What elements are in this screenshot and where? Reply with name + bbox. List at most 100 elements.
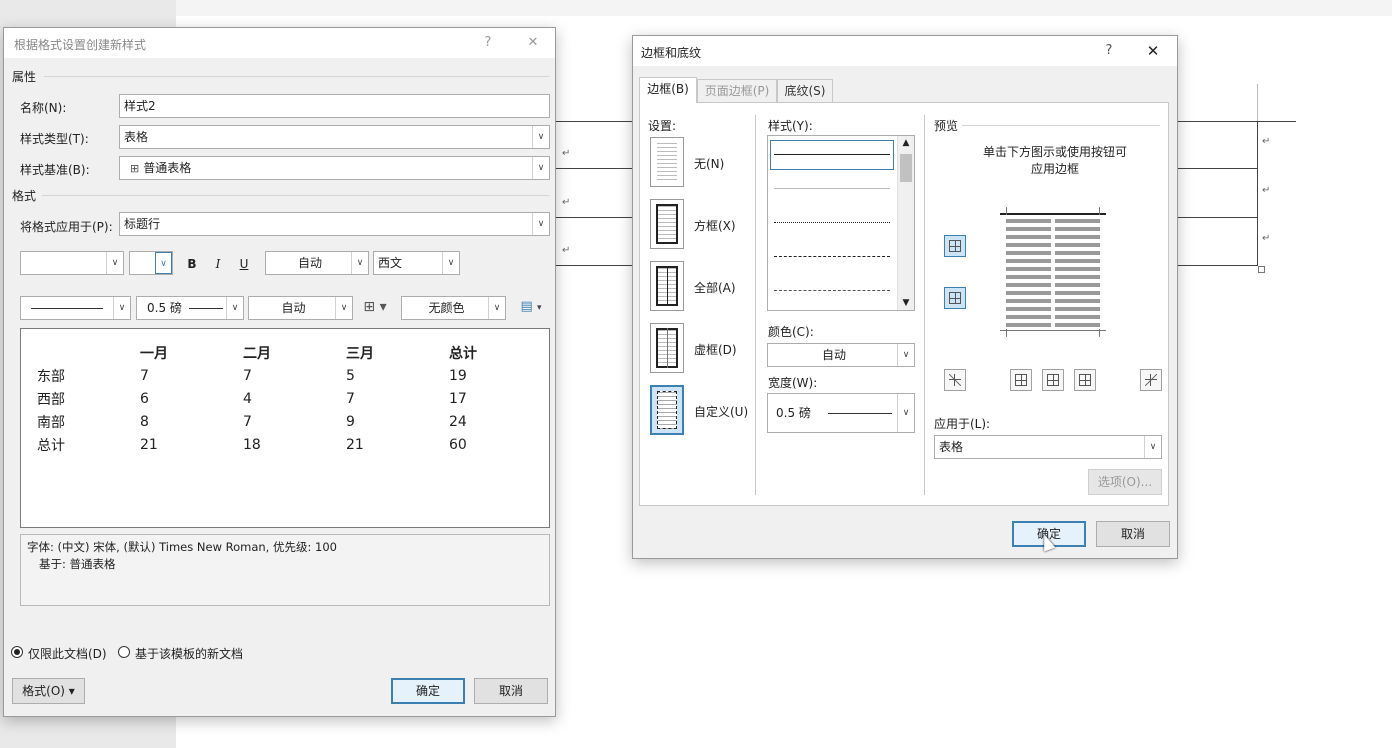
setting-box-label[interactable]: 方框(X) bbox=[694, 217, 736, 234]
chevron-down-icon[interactable]: ∨ bbox=[897, 344, 914, 366]
help-button[interactable]: ? bbox=[1099, 41, 1119, 61]
only-this-document-radio[interactable] bbox=[11, 646, 23, 658]
scrollbar[interactable]: ▲ ▼ bbox=[897, 136, 914, 310]
chevron-down-icon[interactable]: ∨ bbox=[532, 157, 549, 179]
table-cell: 18 bbox=[243, 436, 261, 453]
divider bbox=[962, 125, 1160, 126]
font-size-select[interactable]: ∨ bbox=[129, 251, 173, 275]
table-cell: 4 bbox=[243, 390, 252, 407]
table-resize-handle[interactable] bbox=[1258, 266, 1265, 273]
chevron-down-icon[interactable]: ∨ bbox=[113, 297, 130, 319]
style-type-select[interactable]: 表格 ∨ bbox=[119, 125, 550, 149]
chevron-down-icon[interactable]: ∨ bbox=[532, 126, 549, 148]
help-button[interactable]: ? bbox=[478, 33, 498, 53]
table-cell: 7 bbox=[243, 367, 252, 384]
italic-button[interactable]: I bbox=[210, 257, 226, 271]
dotted-line-option[interactable] bbox=[774, 222, 890, 223]
description-line: 字体: (中文) 宋体, (默认) Times New Roman, 优先级: … bbox=[27, 540, 337, 554]
tab-shading[interactable]: 底纹(S) bbox=[777, 79, 833, 103]
line-style-list[interactable]: ▲ ▼ bbox=[767, 135, 915, 311]
border-weight-select[interactable]: 0.5 磅 ∨ bbox=[136, 296, 244, 320]
setting-all-label[interactable]: 全部(A) bbox=[694, 279, 736, 296]
top-border-button[interactable] bbox=[944, 235, 966, 257]
shading-select[interactable]: 无颜色 ∨ bbox=[401, 296, 506, 320]
chevron-down-icon[interactable]: ∨ bbox=[106, 252, 123, 274]
scroll-down-icon[interactable]: ▼ bbox=[898, 298, 914, 308]
table-cell: 17 bbox=[449, 390, 467, 407]
border-width-select[interactable]: 0.5 磅 ∨ bbox=[767, 393, 915, 433]
only-this-document-label[interactable]: 仅限此文档(D) bbox=[28, 645, 107, 662]
close-icon[interactable]: ✕ bbox=[1143, 41, 1163, 61]
options-button[interactable]: 选项(O)... bbox=[1088, 469, 1162, 495]
document-top-strip bbox=[176, 0, 1392, 16]
tab-borders[interactable]: 边框(B) bbox=[639, 77, 697, 103]
solid-line-option[interactable] bbox=[774, 154, 890, 155]
border-color-select[interactable]: 自动 ∨ bbox=[767, 343, 915, 367]
table-cell: 南部 bbox=[37, 414, 65, 431]
chevron-down-icon[interactable]: ∨ bbox=[335, 297, 352, 319]
tab-page-border[interactable]: 页面边框(P) bbox=[697, 79, 777, 103]
chevron-down-icon[interactable]: ∨ bbox=[897, 394, 914, 432]
setting-box-icon[interactable] bbox=[650, 199, 684, 249]
style-name-input[interactable]: 样式2 bbox=[119, 94, 550, 118]
line-style-selected[interactable] bbox=[770, 140, 894, 170]
border-style-select[interactable]: ∨ bbox=[20, 296, 131, 320]
chevron-down-icon[interactable]: ∨ bbox=[351, 252, 368, 274]
ok-button[interactable]: 确定 bbox=[391, 678, 465, 704]
apply-to-select[interactable]: 表格 ∨ bbox=[934, 435, 1162, 459]
format-menu-button[interactable]: 格式(O) ▾ bbox=[12, 678, 85, 704]
dialog-titlebar[interactable]: 根据格式设置创建新样式 ? ✕ bbox=[4, 28, 555, 58]
template-documents-radio[interactable] bbox=[118, 646, 130, 658]
setting-all-icon[interactable] bbox=[650, 261, 684, 311]
inside-horizontal-border-button[interactable] bbox=[944, 287, 966, 309]
cancel-button[interactable]: 取消 bbox=[474, 678, 548, 704]
diagonal-down-button[interactable] bbox=[944, 369, 966, 391]
table-header: 二月 bbox=[243, 345, 271, 362]
setting-none-icon[interactable] bbox=[650, 137, 684, 187]
setting-grid-label[interactable]: 虚框(D) bbox=[694, 341, 737, 358]
borders-shading-dialog: 边框和底纹 ? ✕ 边框(B) 页面边框(P) 底纹(S) 设置: 无(N) 方… bbox=[632, 35, 1178, 559]
template-documents-label[interactable]: 基于该模板的新文档 bbox=[135, 645, 243, 662]
dialog-titlebar[interactable]: 边框和底纹 ? ✕ bbox=[633, 36, 1177, 66]
setting-none-label[interactable]: 无(N) bbox=[694, 155, 724, 172]
apply-value: 标题行 bbox=[124, 217, 161, 231]
setting-custom-label[interactable]: 自定义(U) bbox=[694, 403, 748, 420]
bold-button[interactable]: B bbox=[184, 257, 200, 271]
font-name-select[interactable]: ∨ bbox=[20, 251, 124, 275]
style-based-on-select[interactable]: ⊞ 普通表格 ∨ bbox=[119, 156, 550, 180]
cancel-button[interactable]: 取消 bbox=[1096, 521, 1170, 547]
dash-dot-line-option[interactable] bbox=[774, 290, 890, 291]
dialog-title: 根据格式设置创建新样式 bbox=[14, 38, 147, 52]
borders-grid-icon[interactable]: ⊞ ▾ bbox=[359, 299, 391, 315]
inside-vertical-border-button[interactable] bbox=[1042, 369, 1064, 391]
left-border-button[interactable] bbox=[1010, 369, 1032, 391]
scroll-thumb[interactable] bbox=[900, 154, 912, 182]
diagonal-up-button[interactable] bbox=[1140, 369, 1162, 391]
setting-grid-icon[interactable] bbox=[650, 323, 684, 373]
apply-format-to-select[interactable]: 标题行 ∨ bbox=[119, 212, 550, 236]
script-select[interactable]: 西文 ∨ bbox=[373, 251, 460, 275]
chevron-down-icon[interactable]: ∨ bbox=[155, 252, 172, 274]
border-color-select[interactable]: 自动 ∨ bbox=[248, 296, 353, 320]
scroll-up-icon[interactable]: ▲ bbox=[898, 138, 914, 148]
setting-custom-icon[interactable] bbox=[650, 385, 684, 435]
border-preview-diagram[interactable] bbox=[1000, 203, 1106, 339]
chevron-down-icon[interactable]: ∨ bbox=[1144, 436, 1161, 458]
right-border-button[interactable] bbox=[1074, 369, 1096, 391]
chevron-down-icon[interactable]: ∨ bbox=[442, 252, 459, 274]
chevron-down-icon[interactable]: ∨ bbox=[488, 297, 505, 319]
description-line: 基于: 普通表格 bbox=[39, 557, 116, 571]
table-cell: 7 bbox=[140, 367, 149, 384]
thin-line-option[interactable] bbox=[774, 188, 890, 189]
close-icon[interactable]: ✕ bbox=[523, 33, 543, 53]
dashed-line-option[interactable] bbox=[774, 256, 890, 257]
chevron-down-icon[interactable]: ∨ bbox=[226, 297, 243, 319]
style-preview: 一月 二月 三月 总计 东部 7 7 5 19 西部 6 4 7 17 南部 8… bbox=[20, 328, 550, 528]
border-width-value: 0.5 磅 bbox=[776, 406, 811, 420]
chevron-down-icon[interactable]: ∨ bbox=[532, 213, 549, 235]
border-color-value: 自动 bbox=[281, 301, 306, 315]
table-style-options-icon[interactable]: ▤ ▾ bbox=[514, 299, 548, 314]
table-header: 总计 bbox=[449, 345, 477, 362]
underline-button[interactable]: U bbox=[236, 257, 252, 271]
font-color-select[interactable]: 自动 ∨ bbox=[265, 251, 369, 275]
